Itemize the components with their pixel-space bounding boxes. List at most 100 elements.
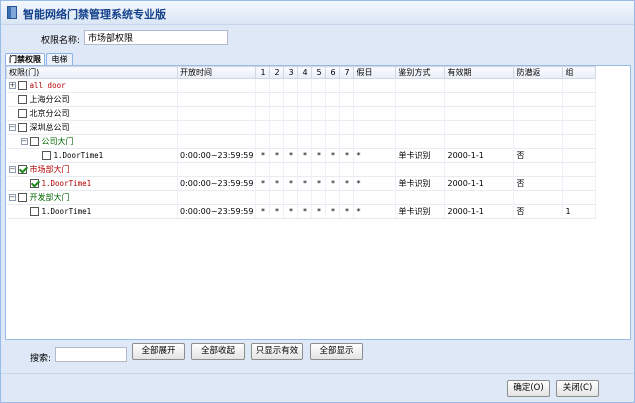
grid-cell-antipass[interactable]: 否 bbox=[513, 148, 564, 163]
grid-cell-d3[interactable]: * bbox=[283, 204, 299, 219]
grid-cell-time[interactable]: 0:00:00~23:59:59 bbox=[177, 148, 257, 163]
node-checkbox[interactable] bbox=[17, 165, 27, 174]
grid-cell-d6[interactable]: * bbox=[325, 176, 341, 191]
grid-cell-d3[interactable]: * bbox=[283, 148, 299, 163]
grid-cell-d1[interactable]: * bbox=[255, 176, 271, 191]
grid-column-header[interactable]: 7 bbox=[339, 66, 355, 79]
node-checkbox[interactable] bbox=[17, 123, 27, 132]
grid-cell-d5[interactable]: * bbox=[311, 204, 327, 219]
grid-row[interactable]: 1.DoorTime1 0:00:00~23:59:59 * * * * * * * * 单卡识别 2… bbox=[6, 176, 597, 191]
grid-column-header[interactable]: 开放时间 bbox=[176, 66, 257, 79]
grid-row[interactable]: − 公司大门 bbox=[6, 134, 597, 149]
grid-cell-holiday[interactable]: * bbox=[353, 204, 397, 219]
grid-row[interactable]: 上海分公司 bbox=[6, 92, 597, 107]
grid-cell-d7[interactable]: * bbox=[339, 176, 355, 191]
grid-cell-d7 bbox=[339, 162, 355, 177]
grid-cell-d3 bbox=[283, 162, 299, 177]
collapse-minus-icon[interactable]: − bbox=[8, 124, 16, 131]
node-checkbox[interactable] bbox=[29, 207, 39, 216]
grid-cell-auth[interactable]: 单卡识别 bbox=[395, 148, 446, 163]
grid-cell-d5[interactable]: * bbox=[311, 148, 327, 163]
dialog-footer: 确定(O) 关闭(C) bbox=[1, 373, 634, 403]
grid-cell-group bbox=[562, 190, 597, 205]
node-checkbox[interactable] bbox=[29, 179, 39, 188]
grid-cell-time[interactable]: 0:00:00~23:59:59 bbox=[177, 176, 257, 191]
grid-row[interactable]: − 开发部大门 bbox=[6, 190, 597, 205]
node-checkbox[interactable] bbox=[41, 151, 51, 160]
node-checkbox[interactable] bbox=[17, 193, 27, 202]
grid-column-header[interactable]: 防潜返 bbox=[513, 66, 564, 79]
node-checkbox[interactable] bbox=[17, 95, 27, 104]
expand-plus-icon[interactable]: + bbox=[8, 82, 16, 89]
show-all-button[interactable]: 全部显示 bbox=[310, 343, 363, 360]
grid-cell-auth[interactable]: 单卡识别 bbox=[395, 176, 446, 191]
grid-row[interactable]: + all door bbox=[6, 78, 597, 93]
grid-cell-group[interactable] bbox=[562, 148, 597, 163]
grid-cell-d6 bbox=[325, 120, 341, 135]
grid-cell-d1[interactable]: * bbox=[255, 204, 271, 219]
node-checkbox[interactable] bbox=[17, 109, 27, 118]
grid-cell-group[interactable]: 1 bbox=[562, 204, 597, 219]
grid-column-header[interactable]: 4 bbox=[297, 66, 313, 79]
node-checkbox[interactable] bbox=[29, 137, 39, 146]
grid-column-header[interactable]: 6 bbox=[325, 66, 341, 79]
grid-cell-d1 bbox=[255, 92, 271, 107]
grid-cell-d3[interactable]: * bbox=[283, 176, 299, 191]
grid-cell-holiday[interactable]: * bbox=[353, 148, 397, 163]
grid-cell-d2[interactable]: * bbox=[269, 148, 285, 163]
grid-cell-antipass[interactable]: 否 bbox=[513, 204, 564, 219]
grid-column-header[interactable]: 3 bbox=[283, 66, 299, 79]
grid-column-header[interactable]: 1 bbox=[255, 66, 271, 79]
grid-column-header[interactable]: 有效期 bbox=[444, 66, 515, 79]
grid-cell-d2[interactable]: * bbox=[269, 176, 285, 191]
grid-cell-group bbox=[562, 106, 597, 121]
grid-cell-time[interactable]: 0:00:00~23:59:59 bbox=[177, 204, 257, 219]
ok-button[interactable]: 确定(O) bbox=[507, 380, 550, 397]
grid-row[interactable]: 1.DoorTime1 0:00:00~23:59:59 * * * * * * * * 单卡识别 2… bbox=[6, 204, 597, 219]
grid-cell-group[interactable] bbox=[562, 176, 597, 191]
grid-cell-d5[interactable]: * bbox=[311, 176, 327, 191]
door-node-label: 市场部大门 bbox=[29, 165, 70, 174]
grid-column-header[interactable]: 组 bbox=[562, 66, 597, 79]
collapse-minus-icon[interactable]: − bbox=[8, 194, 16, 201]
grid-cell-d7[interactable]: * bbox=[339, 148, 355, 163]
expand-all-button[interactable]: 全部展开 bbox=[132, 343, 185, 360]
close-button[interactable]: 关闭(C) bbox=[556, 380, 599, 397]
grid-cell-valid[interactable]: 2000-1-1 bbox=[444, 148, 515, 163]
show-valid-only-button[interactable]: 只显示有效 bbox=[251, 343, 303, 360]
grid-cell-d2[interactable]: * bbox=[269, 204, 285, 219]
collapse-minus-icon[interactable]: − bbox=[8, 166, 16, 173]
grid-column-header[interactable]: 鉴别方式 bbox=[395, 66, 446, 79]
search-input[interactable] bbox=[55, 347, 127, 362]
grid-row[interactable]: 1.DoorTime1 0:00:00~23:59:59 * * * * * * * * 单卡识别 2… bbox=[6, 148, 597, 163]
grid-row[interactable]: − 深圳总公司 bbox=[6, 120, 597, 135]
grid-cell-d5 bbox=[311, 106, 327, 121]
title-bar[interactable]: 智能网络门禁管理系统专业版 bbox=[1, 1, 634, 25]
grid-cell-holiday[interactable]: * bbox=[353, 176, 397, 191]
grid-cell-valid[interactable]: 2000-1-1 bbox=[444, 176, 515, 191]
grid-cell-d6[interactable]: * bbox=[325, 204, 341, 219]
collapse-minus-icon[interactable]: − bbox=[20, 138, 28, 145]
grid-cell-valid[interactable]: 2000-1-1 bbox=[444, 204, 515, 219]
grid-cell-auth[interactable]: 单卡识别 bbox=[395, 204, 446, 219]
grid-cell-d4[interactable]: * bbox=[297, 204, 313, 219]
grid-cell-d6[interactable]: * bbox=[325, 148, 341, 163]
grid-cell-d4[interactable]: * bbox=[297, 148, 313, 163]
grid-column-header[interactable]: 5 bbox=[311, 66, 327, 79]
grid-column-header[interactable]: 权限(门) bbox=[6, 66, 178, 79]
grid-column-header[interactable]: 2 bbox=[269, 66, 285, 79]
grid-column-header[interactable]: 假日 bbox=[353, 66, 397, 79]
grid-cell-d4[interactable]: * bbox=[297, 176, 313, 191]
grid-cell-d4 bbox=[297, 190, 313, 205]
grid-cell-d5 bbox=[311, 92, 327, 107]
grid-cell-d1[interactable]: * bbox=[255, 148, 271, 163]
grid-row[interactable]: − 市场部大门 bbox=[6, 162, 597, 177]
grid-cell-antipass[interactable]: 否 bbox=[513, 176, 564, 191]
node-checkbox[interactable] bbox=[17, 81, 27, 90]
permission-name-row: 权限名称: bbox=[1, 29, 634, 47]
grid-cell-d7[interactable]: * bbox=[339, 204, 355, 219]
grid-cell-d4 bbox=[297, 78, 313, 93]
collapse-all-button[interactable]: 全部收起 bbox=[191, 343, 245, 360]
grid-row[interactable]: 北京分公司 bbox=[6, 106, 597, 121]
permission-name-input[interactable] bbox=[84, 30, 228, 45]
